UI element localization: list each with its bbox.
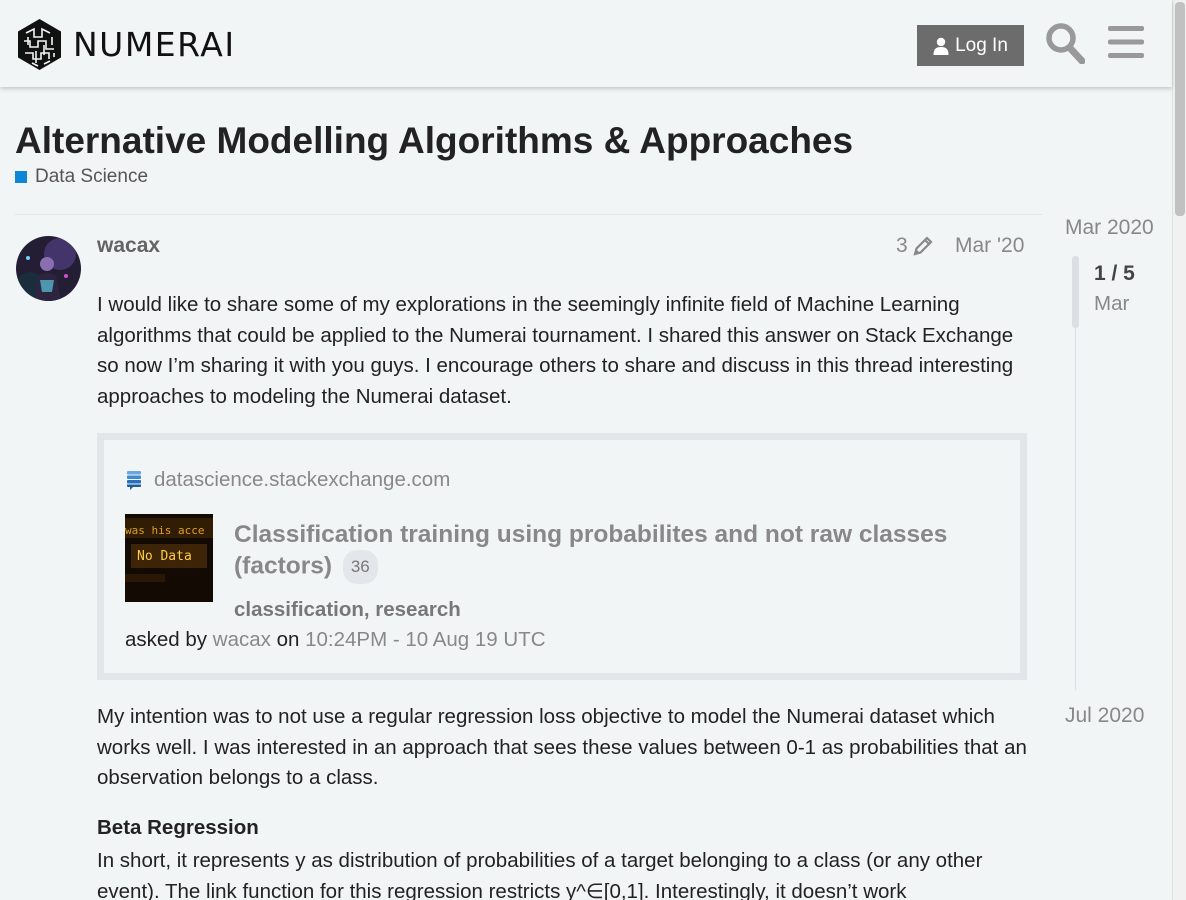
category-label: Data Science bbox=[35, 166, 149, 187]
logo-text: NUMERAI bbox=[73, 25, 236, 64]
onebox-score-badge: 36 bbox=[342, 550, 378, 584]
numerai-logo-icon bbox=[18, 19, 61, 70]
post-date[interactable]: Mar '20 bbox=[955, 234, 1024, 258]
onebox-title-text[interactable]: Classification training using probabilit… bbox=[234, 521, 947, 579]
svg-text:No Data: No Data bbox=[137, 549, 192, 564]
onebox-source[interactable]: datascience.stackexchange.com bbox=[126, 468, 450, 492]
category-badge[interactable]: Data Science bbox=[15, 166, 148, 188]
post-paragraph: My intention was to not use a regular re… bbox=[97, 705, 1027, 789]
asked-by-user[interactable]: wacax bbox=[213, 628, 271, 651]
post-author[interactable]: wacax bbox=[97, 234, 160, 258]
onebox-tags: classification, research bbox=[234, 598, 461, 621]
hamburger-menu-icon[interactable] bbox=[1108, 26, 1144, 58]
timeline-handle[interactable] bbox=[1072, 256, 1079, 328]
svg-text:was his acce: was his acce bbox=[125, 524, 204, 537]
post-paragraph: In short, it represents y as distributio… bbox=[97, 849, 983, 900]
post-paragraph: I would like to share some of my explora… bbox=[97, 293, 1014, 408]
avatar-image bbox=[16, 236, 81, 301]
site-logo[interactable]: NUMERAI bbox=[16, 18, 236, 71]
avatar[interactable] bbox=[16, 236, 81, 301]
edit-count: 3 bbox=[896, 234, 908, 257]
user-icon bbox=[933, 37, 949, 55]
timeline-end-date[interactable]: Jul 2020 bbox=[1065, 704, 1144, 728]
timeline-position: 1 / 5 bbox=[1094, 262, 1135, 285]
page-scrollbar[interactable] bbox=[1172, 0, 1186, 900]
topic-title[interactable]: Alternative Modelling Algorithms & Appro… bbox=[15, 120, 853, 162]
scrollbar-thumb[interactable] bbox=[1175, 2, 1185, 216]
onebox-domain: datascience.stackexchange.com bbox=[154, 468, 451, 491]
timeline-start-date[interactable]: Mar 2020 bbox=[1065, 216, 1154, 240]
asked-time: 10:24PM - 10 Aug 19 UTC bbox=[305, 628, 546, 651]
search-icon[interactable] bbox=[1045, 22, 1085, 64]
thumbnail-image: was his acce No Data bbox=[125, 514, 213, 602]
asked-by-label: asked by bbox=[125, 628, 208, 651]
login-button[interactable]: Log In bbox=[917, 25, 1024, 66]
stackexchange-icon bbox=[127, 471, 141, 490]
onebox-thumbnail[interactable]: was his acce No Data bbox=[125, 514, 213, 602]
onebox-asked-line: asked by wacax on 10:24PM - 10 Aug 19 UT… bbox=[125, 628, 546, 652]
timeline-month: Mar bbox=[1094, 292, 1130, 315]
section-heading: Beta Regression bbox=[97, 816, 259, 839]
site-header: NUMERAI Log In bbox=[0, 0, 1172, 87]
login-label: Log In bbox=[955, 34, 1008, 56]
category-color-swatch bbox=[15, 171, 27, 183]
onebox-title[interactable]: Classification training using probabilit… bbox=[234, 520, 1004, 584]
edit-history[interactable]: 3 bbox=[896, 234, 934, 258]
title-divider bbox=[15, 214, 1042, 215]
pencil-icon bbox=[913, 236, 933, 256]
link-onebox[interactable]: datascience.stackexchange.com was his ac… bbox=[97, 433, 1027, 680]
on-label: on bbox=[276, 628, 300, 651]
